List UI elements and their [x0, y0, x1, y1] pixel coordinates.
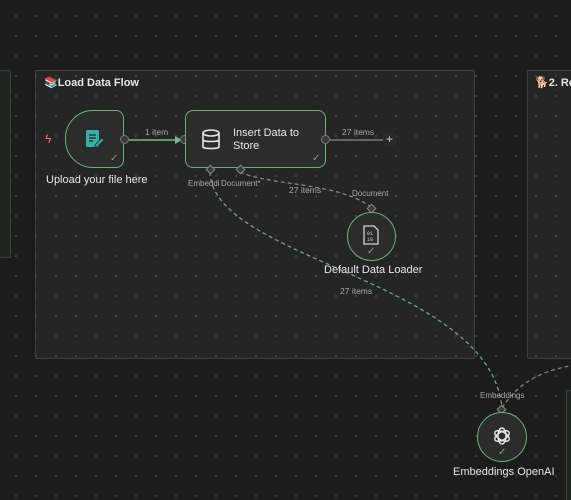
- edge-label-upload-insert: 1 item: [145, 127, 169, 137]
- loader-node-label: Default Data Loader: [324, 264, 423, 276]
- openai-icon: [494, 427, 510, 445]
- edge-embeddings-to-right: [501, 365, 571, 409]
- database-icon: [202, 129, 220, 150]
- port-label-embeddings: Embeddings: [480, 391, 525, 400]
- insert-node-label-line2: Store: [233, 140, 260, 152]
- port-label-loader-document: Document: [352, 189, 389, 198]
- insert-node-label-line1: Insert Data to: [233, 127, 300, 139]
- edge-label-loader-insert: 27 items: [289, 185, 322, 195]
- document-edit-icon: [86, 130, 105, 148]
- success-check-icon: ✓: [110, 153, 119, 164]
- edge-label-insert-output: 27 items: [342, 127, 375, 137]
- embeddings-openai-node[interactable]: ✓: [477, 412, 527, 462]
- trigger-bolt-icon: ϟ: [45, 132, 52, 146]
- edge-label-embeddings-insert: 27 items: [340, 286, 373, 296]
- add-node-button[interactable]: +: [383, 133, 396, 146]
- svg-text:10: 10: [367, 237, 373, 243]
- retriever-group-title: 🐕2. Re: [535, 77, 571, 89]
- insert-data-node[interactable]: Insert Data to Store ✓: [185, 110, 326, 168]
- embeddings-node-label: Embeddings OpenAI: [453, 466, 555, 478]
- port-label-embedding: Embeddi: [188, 179, 220, 188]
- load-data-flow-title: 📚Load Data Flow: [44, 77, 139, 89]
- partial-node-right[interactable]: [566, 390, 571, 500]
- success-check-icon: ✓: [367, 246, 376, 257]
- retriever-group[interactable]: [527, 70, 571, 359]
- upload-output-port[interactable]: [120, 135, 129, 144]
- upload-file-node[interactable]: ✓: [65, 110, 124, 168]
- partial-node-left[interactable]: [0, 70, 11, 258]
- upload-node-label: Upload your file here: [46, 174, 148, 186]
- success-check-icon: ✓: [312, 153, 321, 164]
- workflow-canvas[interactable]: 📚Load Data Flow 🐕2. Re ϟ ✓ Upload your f…: [0, 0, 571, 500]
- binary-file-icon: 01 10: [363, 225, 379, 245]
- default-data-loader-node[interactable]: 01 10 ✓: [347, 212, 396, 261]
- port-label-document-required: Document*: [221, 179, 261, 188]
- insert-output-port[interactable]: [321, 135, 330, 144]
- success-check-icon: ✓: [498, 447, 507, 458]
